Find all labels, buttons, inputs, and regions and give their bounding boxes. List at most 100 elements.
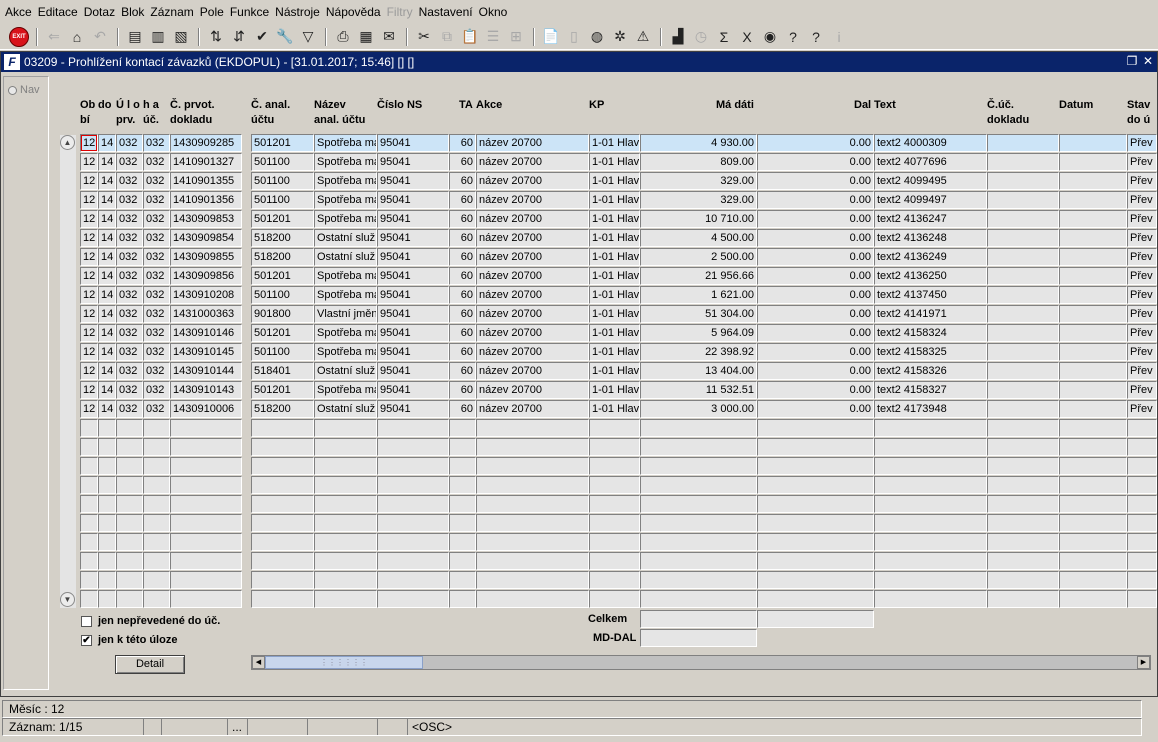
cell-obdobi[interactable]: 12 <box>80 286 98 304</box>
cell-ta[interactable]: 60 <box>449 153 476 171</box>
cell-cislo_ns[interactable]: 95041 <box>377 343 449 361</box>
settings-wheel-icon[interactable]: ✲ <box>609 26 631 48</box>
cell-ma_dati[interactable]: 13 404.00 <box>640 362 757 380</box>
cell-do[interactable]: 14 <box>98 134 116 152</box>
copy-record-icon[interactable]: ▥ <box>147 26 169 48</box>
empty-cell[interactable] <box>143 590 170 608</box>
cell-text[interactable]: text2 4141971 <box>874 305 987 323</box>
empty-cell[interactable] <box>476 571 589 589</box>
cell-ha_uc[interactable]: 032 <box>143 229 170 247</box>
cell-c_uc_dokladu[interactable] <box>987 134 1059 152</box>
cell-stav[interactable]: Přev <box>1127 229 1157 247</box>
empty-cell[interactable] <box>1059 514 1127 532</box>
empty-cell[interactable] <box>251 476 314 494</box>
empty-cell[interactable] <box>170 438 242 456</box>
cell-cislo_ns[interactable]: 95041 <box>377 229 449 247</box>
cell-dal[interactable]: 0.00 <box>757 134 874 152</box>
cell-akce[interactable]: název 20700 <box>476 381 589 399</box>
cell-text[interactable]: text2 4136248 <box>874 229 987 247</box>
empty-cell[interactable] <box>1127 438 1157 456</box>
cell-ulo_prv[interactable]: 032 <box>116 172 143 190</box>
empty-cell[interactable] <box>314 571 377 589</box>
cell-akce[interactable]: název 20700 <box>476 153 589 171</box>
cell-akce[interactable]: název 20700 <box>476 172 589 190</box>
empty-cell[interactable] <box>116 495 143 513</box>
check-icon[interactable]: ✔ <box>251 26 273 48</box>
cell-ha_uc[interactable]: 032 <box>143 267 170 285</box>
empty-cell[interactable] <box>757 514 874 532</box>
empty-cell[interactable] <box>449 552 476 570</box>
cell-cislo_ns[interactable]: 95041 <box>377 153 449 171</box>
cell-stav[interactable]: Přev <box>1127 305 1157 323</box>
cell-dal[interactable]: 0.00 <box>757 191 874 209</box>
cell-kp[interactable]: 1-01 Hlav <box>589 191 640 209</box>
cell-ha_uc[interactable]: 032 <box>143 210 170 228</box>
cell-akce[interactable]: název 20700 <box>476 134 589 152</box>
cell-nazev_anal[interactable]: Ostatní služ <box>314 362 377 380</box>
empty-cell[interactable] <box>476 552 589 570</box>
cell-c_anal[interactable]: 501100 <box>251 286 314 304</box>
cell-ta[interactable]: 60 <box>449 286 476 304</box>
empty-cell[interactable] <box>987 533 1059 551</box>
cell-ta[interactable]: 60 <box>449 172 476 190</box>
cell-c_uc_dokladu[interactable] <box>987 324 1059 342</box>
empty-cell[interactable] <box>170 514 242 532</box>
rollback-icon[interactable]: ↶ <box>89 26 111 48</box>
empty-cell[interactable] <box>589 438 640 456</box>
empty-cell[interactable] <box>449 495 476 513</box>
empty-cell[interactable] <box>640 533 757 551</box>
cut-icon[interactable]: ✂ <box>413 26 435 48</box>
cell-akce[interactable]: název 20700 <box>476 267 589 285</box>
cell-dal[interactable]: 0.00 <box>757 362 874 380</box>
cell-c_prvot[interactable]: 1410901327 <box>170 153 242 171</box>
cell-ma_dati[interactable]: 5 964.09 <box>640 324 757 342</box>
cell-kp[interactable]: 1-01 Hlav <box>589 229 640 247</box>
cell-obdobi[interactable]: 12 <box>80 229 98 247</box>
empty-cell[interactable] <box>640 552 757 570</box>
nav-radio[interactable]: Nav <box>8 84 40 96</box>
cell-text[interactable]: text2 4158327 <box>874 381 987 399</box>
mail-icon[interactable]: ✉ <box>378 26 400 48</box>
cell-ulo_prv[interactable]: 032 <box>116 191 143 209</box>
empty-cell[interactable] <box>377 438 449 456</box>
cell-cislo_ns[interactable]: 95041 <box>377 305 449 323</box>
cell-obdobi[interactable]: 12 <box>80 134 98 152</box>
cell-cislo_ns[interactable]: 95041 <box>377 191 449 209</box>
empty-cell[interactable] <box>251 590 314 608</box>
empty-cell[interactable] <box>80 514 98 532</box>
cell-c_prvot[interactable]: 1430910144 <box>170 362 242 380</box>
cell-text[interactable]: text2 4099497 <box>874 191 987 209</box>
help-context-icon[interactable]: ? <box>782 26 804 48</box>
empty-cell[interactable] <box>757 476 874 494</box>
this-task-checkbox[interactable]: ✔ jen k této úloze <box>81 634 177 646</box>
cell-dal[interactable]: 0.00 <box>757 172 874 190</box>
cell-ma_dati[interactable]: 22 398.92 <box>640 343 757 361</box>
empty-cell[interactable] <box>116 571 143 589</box>
warning-icon[interactable]: ⚠ <box>632 26 654 48</box>
cell-c_anal[interactable]: 501201 <box>251 134 314 152</box>
cell-datum[interactable] <box>1059 362 1127 380</box>
empty-cell[interactable] <box>874 495 987 513</box>
cell-kp[interactable]: 1-01 Hlav <box>589 324 640 342</box>
cell-ha_uc[interactable]: 032 <box>143 286 170 304</box>
empty-cell[interactable] <box>116 552 143 570</box>
cell-c_uc_dokladu[interactable] <box>987 305 1059 323</box>
cell-dal[interactable]: 0.00 <box>757 248 874 266</box>
empty-cell[interactable] <box>251 514 314 532</box>
cell-ta[interactable]: 60 <box>449 134 476 152</box>
cell-dal[interactable]: 0.00 <box>757 286 874 304</box>
cell-nazev_anal[interactable]: Ostatní služ <box>314 400 377 418</box>
cell-datum[interactable] <box>1059 343 1127 361</box>
cell-c_prvot[interactable]: 1430909854 <box>170 229 242 247</box>
cell-obdobi[interactable]: 12 <box>80 305 98 323</box>
cell-dal[interactable]: 0.00 <box>757 324 874 342</box>
cell-kp[interactable]: 1-01 Hlav <box>589 172 640 190</box>
empty-cell[interactable] <box>377 457 449 475</box>
cell-datum[interactable] <box>1059 305 1127 323</box>
empty-cell[interactable] <box>251 457 314 475</box>
empty-cell[interactable] <box>1059 590 1127 608</box>
empty-cell[interactable] <box>98 533 116 551</box>
exit-button[interactable]: EXIT <box>9 26 29 47</box>
empty-cell[interactable] <box>757 419 874 437</box>
empty-cell[interactable] <box>476 533 589 551</box>
